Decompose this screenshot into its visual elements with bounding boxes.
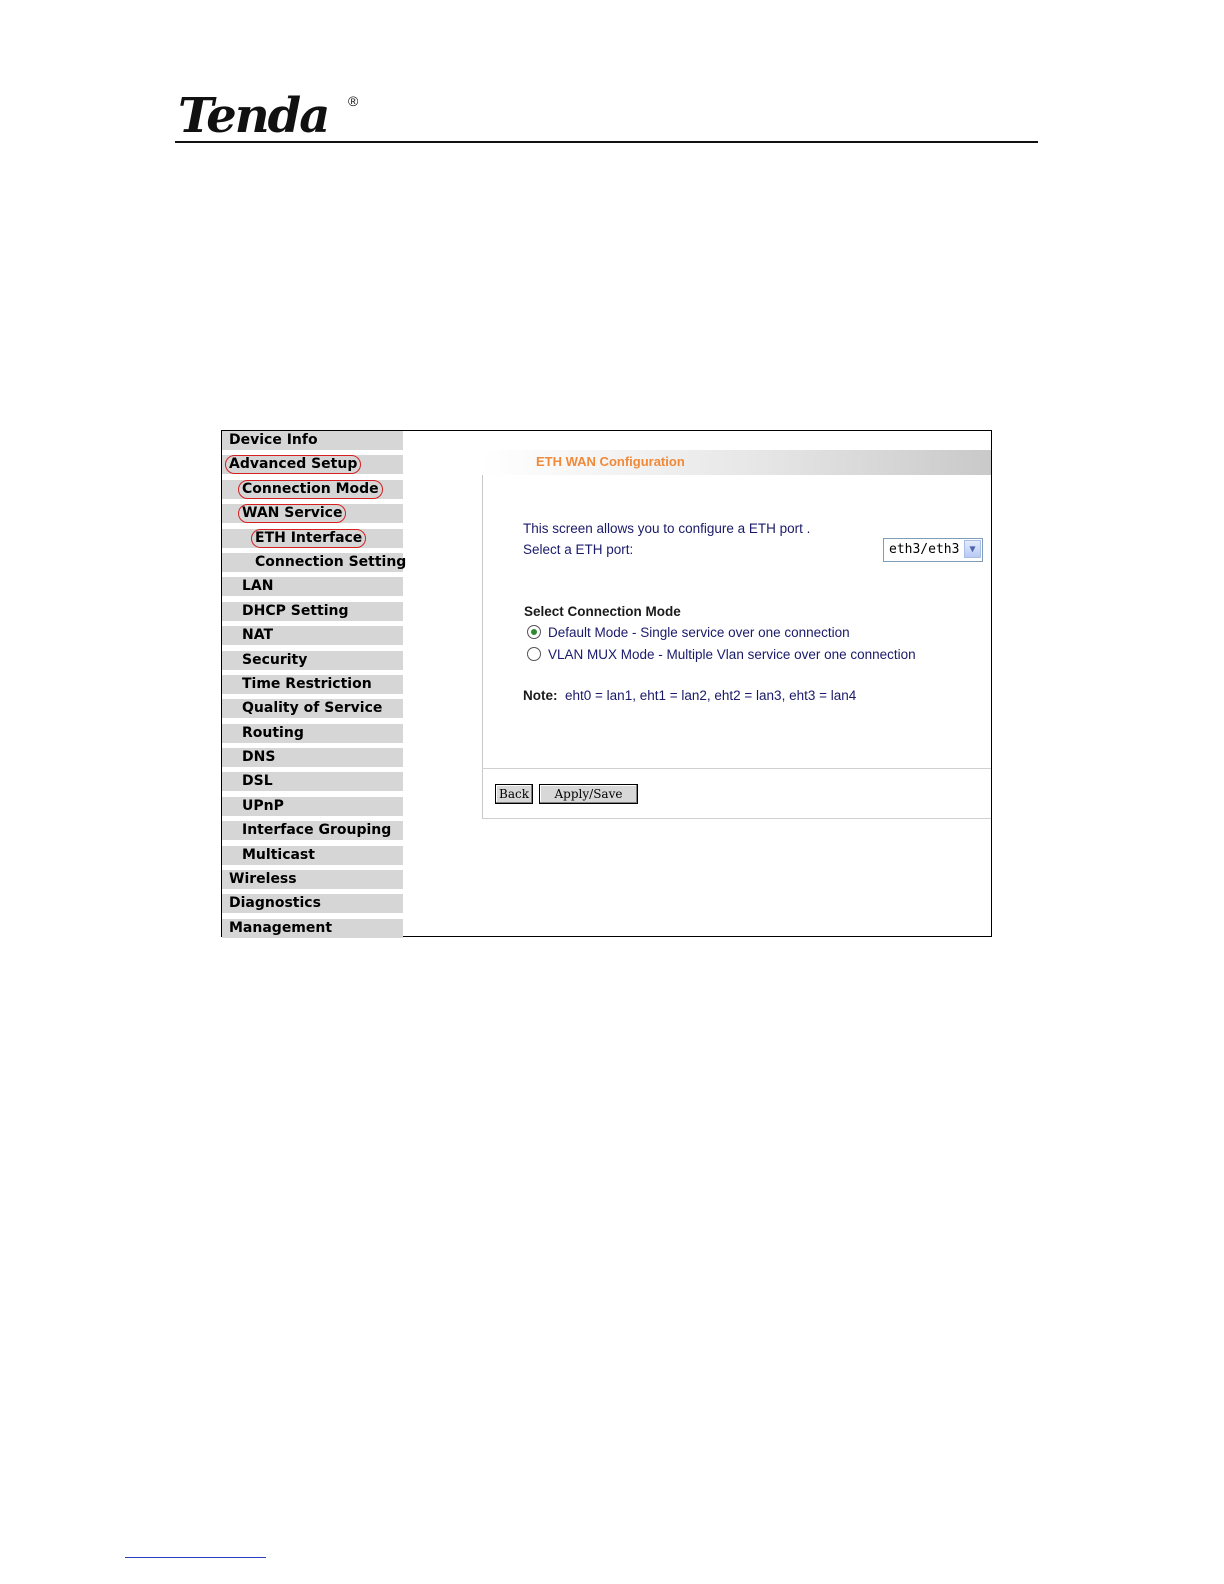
- sidebar-item-connection-mode[interactable]: Connection Mode: [222, 479, 403, 499]
- sidebar-item-label: LAN: [242, 578, 274, 595]
- sidebar-item-routing[interactable]: Routing: [222, 723, 403, 743]
- sidebar-item-connection-setting[interactable]: Connection Setting: [222, 552, 407, 572]
- vlan-mux-mode-option[interactable]: VLAN MUX Mode - Multiple Vlan service ov…: [527, 647, 916, 662]
- chevron-down-icon[interactable]: ▼: [964, 540, 981, 558]
- default-mode-option[interactable]: Default Mode - Single service over one c…: [527, 625, 850, 640]
- sidebar-item-diagnostics[interactable]: Diagnostics: [222, 894, 403, 914]
- sidebar-item-label: NAT: [242, 627, 274, 644]
- sidebar-item-label: ETH Interface: [251, 528, 367, 548]
- sidebar-item-label: Connection Setting: [255, 553, 407, 570]
- sidebar-item-label: Interface Grouping: [242, 822, 392, 839]
- vlan-mux-mode-label: VLAN MUX Mode - Multiple Vlan service ov…: [548, 647, 916, 662]
- page-title: ETH WAN Configuration: [536, 454, 685, 469]
- sidebar-item-label: DHCP Setting: [242, 602, 349, 619]
- sidebar-item-quality-of-service[interactable]: Quality of Service: [222, 699, 403, 719]
- sidebar-item-device-info[interactable]: Device Info: [222, 431, 403, 450]
- sidebar-item-dhcp-setting[interactable]: DHCP Setting: [222, 601, 403, 621]
- default-mode-radio[interactable]: [527, 625, 541, 639]
- sidebar-item-wireless[interactable]: Wireless: [222, 870, 403, 890]
- sidebar-item-label: Device Info: [229, 432, 318, 448]
- eth-port-select-value: eth3/eth3: [889, 542, 960, 557]
- sidebar-item-label: UPnP: [242, 797, 284, 814]
- tenda-logo: Tenda ®: [178, 92, 358, 140]
- sidebar-item-label: Wireless: [229, 871, 297, 888]
- sidebar-item-label: Quality of Service: [242, 700, 383, 717]
- back-button[interactable]: Back: [495, 784, 533, 804]
- vlan-mux-mode-radio[interactable]: [527, 647, 541, 661]
- divider: [482, 768, 991, 769]
- sidebar-item-advanced-setup[interactable]: Advanced Setup: [222, 455, 403, 475]
- sidebar-item-label: Time Restriction: [242, 675, 372, 692]
- sidebar-item-multicast[interactable]: Multicast: [222, 845, 403, 865]
- sidebar-item-upnp[interactable]: UPnP: [222, 796, 403, 816]
- sidebar-item-label: Management: [229, 919, 333, 936]
- divider: [482, 818, 991, 819]
- default-mode-label: Default Mode - Single service over one c…: [548, 625, 850, 640]
- header-rule: [175, 141, 1038, 143]
- sidebar-item-security[interactable]: Security: [222, 650, 403, 670]
- intro-text: This screen allows you to configure a ET…: [523, 521, 811, 536]
- sidebar-item-label: Routing: [242, 724, 304, 741]
- sidebar-item-label: WAN Service: [238, 504, 347, 524]
- sidebar-item-label: Multicast: [242, 846, 315, 863]
- sidebar-item-eth-interface[interactable]: ETH Interface: [222, 528, 403, 548]
- sidebar-item-label: Connection Mode: [238, 479, 383, 499]
- sidebar-item-time-restriction[interactable]: Time Restriction: [222, 674, 403, 694]
- apply-save-button[interactable]: Apply/Save: [539, 784, 638, 804]
- sidebar-item-nat[interactable]: NAT: [222, 626, 403, 646]
- sidebar-item-dsl[interactable]: DSL: [222, 772, 403, 792]
- registered-mark: ®: [348, 93, 359, 109]
- sidebar-nav: Device Info Advanced Setup Connection Mode…: [222, 431, 407, 943]
- sidebar-item-interface-grouping[interactable]: Interface Grouping: [222, 821, 403, 841]
- sidebar-item-label: Security: [242, 651, 308, 668]
- sidebar-item-management[interactable]: Management: [222, 918, 403, 938]
- connection-mode-heading: Select Connection Mode: [524, 604, 681, 619]
- note-label: Note:: [523, 688, 558, 703]
- note-body: eht0 = lan1, eht1 = lan2, eht2 = lan3, e…: [565, 688, 857, 703]
- page-title-bar: ETH WAN Configuration: [482, 450, 991, 475]
- sidebar-item-label: DNS: [242, 749, 276, 766]
- sidebar-item-label: Advanced Setup: [225, 455, 362, 475]
- sidebar-item-label: Diagnostics: [229, 895, 321, 912]
- main-content: ETH WAN Configuration This screen allows…: [482, 431, 991, 936]
- note-text: Note: eht0 = lan1, eht1 = lan2, eht2 = l…: [523, 688, 856, 703]
- sidebar-item-dns[interactable]: DNS: [222, 748, 403, 768]
- eth-port-select[interactable]: eth3/eth3 ▼: [883, 538, 983, 562]
- eth-port-label: Select a ETH port:: [523, 542, 634, 557]
- router-ui-screenshot: Device Info Advanced Setup Connection Mode…: [221, 430, 992, 938]
- sidebar-item-wan-service[interactable]: WAN Service: [222, 504, 403, 524]
- sidebar-item-lan[interactable]: LAN: [222, 577, 403, 597]
- footer-link-underline: [125, 1557, 266, 1558]
- brand-name: Tenda: [178, 88, 330, 144]
- sidebar-item-label: DSL: [242, 773, 273, 790]
